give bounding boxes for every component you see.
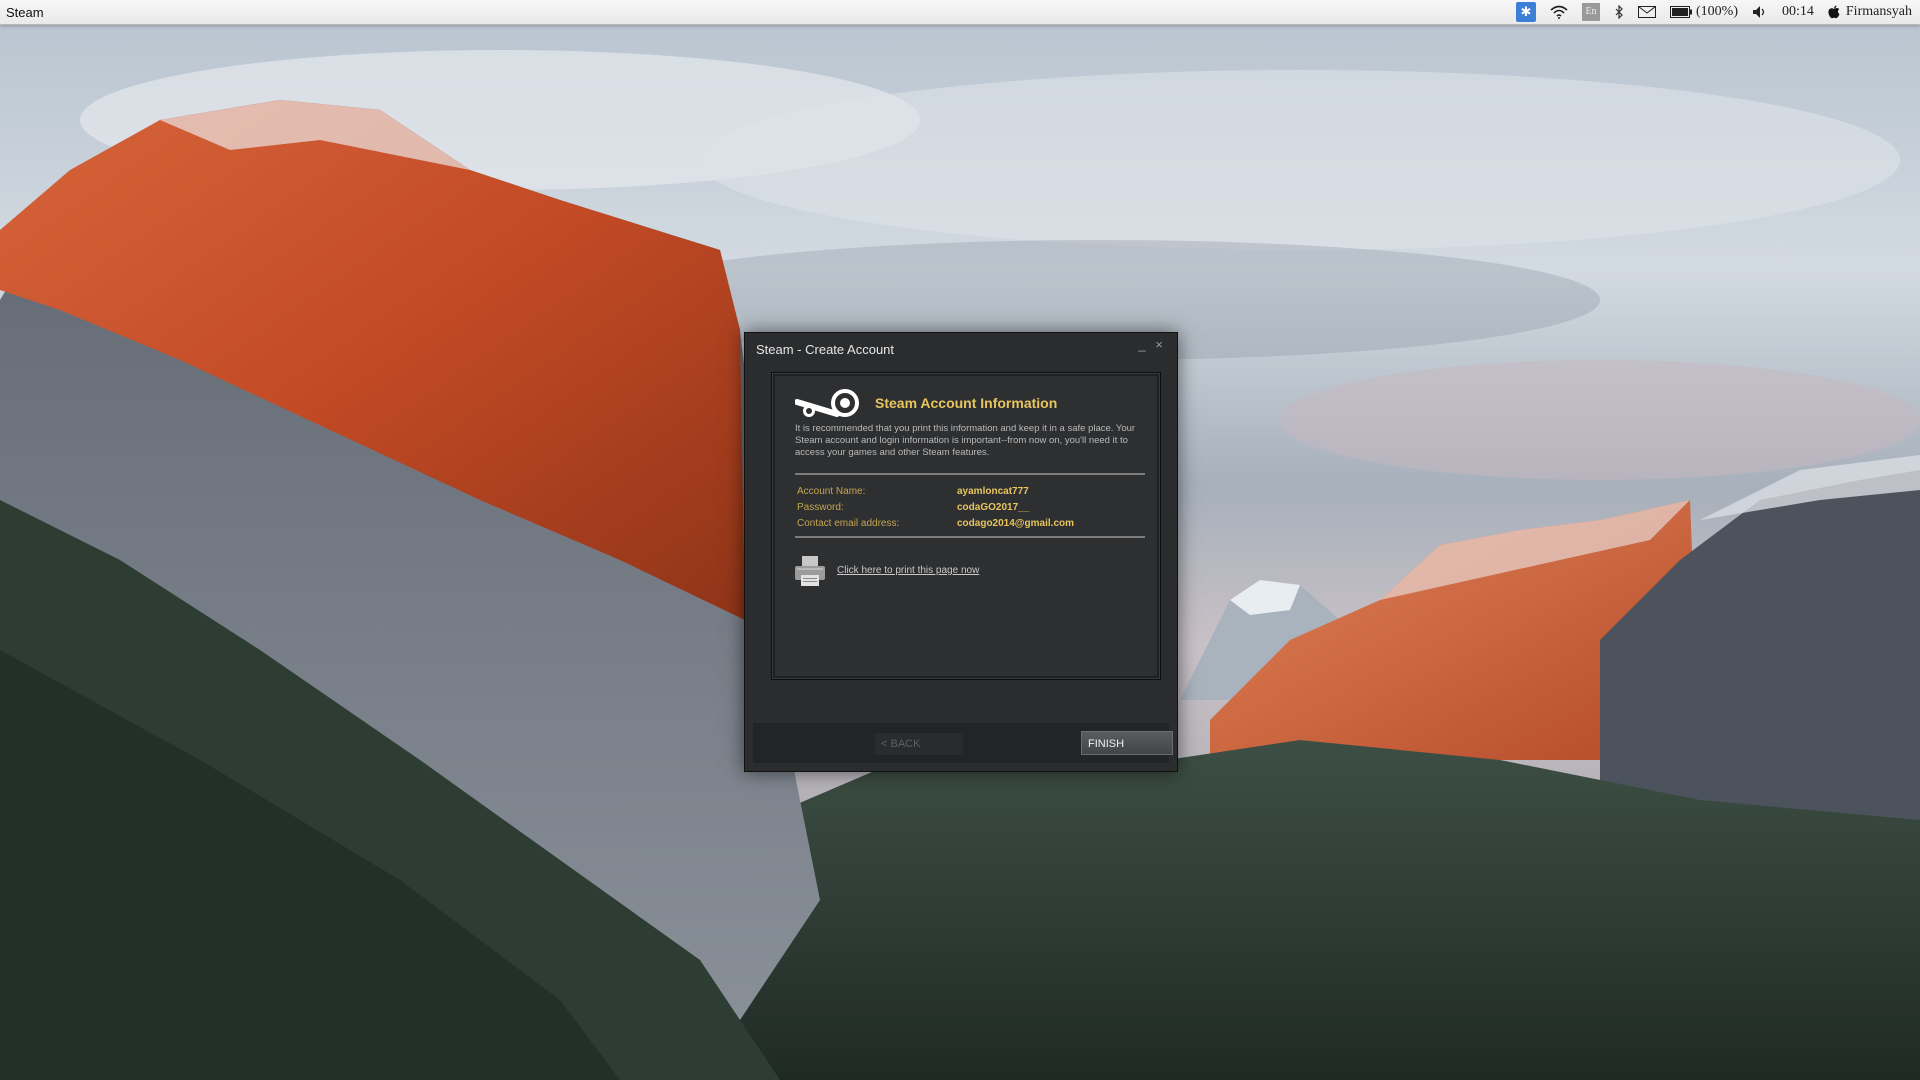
menu-bar: Steam ✱ En (100%) 00:14 Firmansyah: [0, 0, 1920, 25]
divider: [795, 473, 1145, 475]
apple-icon[interactable]: [1828, 5, 1840, 19]
battery-percentage: (100%): [1696, 4, 1738, 19]
account-info-panel: Steam Account Information It is recommen…: [771, 372, 1161, 680]
desktop: Steam ✱ En (100%) 00:14 Firmansyah Steam…: [0, 0, 1920, 1080]
account-name-value: ayamloncat777: [957, 486, 1029, 497]
panel-description: It is recommended that you print this in…: [795, 423, 1136, 458]
panel-heading: Steam Account Information: [875, 395, 1058, 411]
account-name-label: Account Name:: [797, 486, 866, 497]
email-row: Contact email address: codago2014@gmail.…: [797, 518, 1137, 532]
language-indicator[interactable]: En: [1582, 3, 1600, 21]
password-row: Password: codaGO2017__: [797, 502, 1137, 516]
back-button[interactable]: < BACK: [875, 733, 963, 755]
divider: [795, 536, 1145, 538]
app-name-menu[interactable]: Steam: [6, 5, 44, 20]
dialog-title: Steam - Create Account: [756, 342, 895, 357]
close-button[interactable]: ×: [1153, 338, 1165, 351]
email-label: Contact email address:: [797, 518, 900, 529]
mail-icon[interactable]: [1638, 6, 1656, 18]
password-label: Password:: [797, 502, 844, 513]
print-page-link[interactable]: Click here to print this page now: [837, 565, 979, 576]
battery-icon[interactable]: [1670, 6, 1692, 18]
password-value: codaGO2017__: [957, 502, 1030, 513]
account-info-panel-inner: Steam Account Information It is recommen…: [775, 376, 1157, 676]
finish-button[interactable]: FINISH: [1081, 731, 1173, 755]
steam-logo-icon: [795, 389, 859, 417]
dialog-titlebar[interactable]: Steam - Create Account _ ×: [745, 333, 1177, 363]
blue-puzzle-icon[interactable]: ✱: [1516, 2, 1536, 22]
bluetooth-icon[interactable]: [1614, 5, 1624, 19]
wifi-icon[interactable]: [1550, 5, 1568, 19]
speaker-icon[interactable]: [1752, 5, 1768, 19]
clock[interactable]: 00:14: [1782, 4, 1814, 20]
create-account-dialog: Steam - Create Account _ × Steam Account…: [744, 332, 1178, 772]
dialog-footer: < BACK FINISH: [753, 723, 1173, 763]
email-value: codago2014@gmail.com: [957, 518, 1075, 529]
status-tray: ✱ En (100%) 00:14 Firmansyah: [1516, 0, 1912, 24]
minimize-button[interactable]: _: [1136, 338, 1148, 351]
user-name[interactable]: Firmansyah: [1846, 4, 1912, 20]
account-name-row: Account Name: ayamloncat777: [797, 486, 1137, 500]
printer-icon[interactable]: [793, 554, 827, 588]
